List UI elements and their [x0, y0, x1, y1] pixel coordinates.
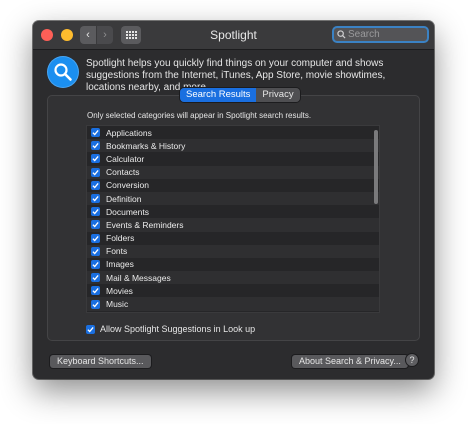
help-icon: ? — [409, 355, 415, 365]
titlebar: ‹ › Spotlight — [33, 21, 434, 50]
search-field[interactable] — [332, 26, 429, 43]
list-item[interactable]: Mail & Messages — [87, 271, 379, 285]
search-input[interactable] — [348, 28, 424, 41]
checkmark-icon — [92, 235, 99, 242]
list-item[interactable]: Applications — [87, 126, 379, 139]
keyboard-shortcuts-button[interactable]: Keyboard Shortcuts... — [50, 355, 151, 368]
category-label: Other — [106, 312, 127, 313]
help-button[interactable]: ? — [406, 354, 418, 366]
category-label: Contacts — [106, 167, 140, 178]
category-checkbox[interactable] — [91, 273, 100, 283]
preferences-window: ‹ › Spotlight Spotlight helps you quick — [33, 21, 434, 379]
list-item[interactable]: Calculator — [87, 152, 379, 165]
checkmark-icon — [92, 261, 99, 268]
list-item[interactable]: Other — [87, 311, 379, 313]
list-item[interactable]: Definition — [87, 191, 379, 206]
category-checkbox[interactable] — [91, 180, 100, 190]
category-checkbox[interactable] — [91, 207, 100, 217]
lookup-checkbox[interactable] — [86, 324, 95, 334]
category-checkbox[interactable] — [91, 233, 100, 243]
category-label: Fonts — [106, 246, 128, 257]
category-checkbox[interactable] — [91, 167, 100, 177]
checkmark-icon — [87, 326, 94, 332]
list-item[interactable]: Music — [87, 297, 379, 311]
about-search-privacy-button[interactable]: About Search & Privacy... — [292, 355, 408, 368]
list-item[interactable]: Documents — [87, 205, 379, 218]
category-label: Events & Reminders — [106, 219, 184, 230]
category-label: Mail & Messages — [106, 272, 171, 283]
list-item[interactable]: Contacts — [87, 165, 379, 179]
list-scrollbar[interactable] — [374, 130, 378, 204]
list-item[interactable]: Folders — [87, 232, 379, 245]
category-checkbox[interactable] — [91, 246, 100, 256]
category-checkbox[interactable] — [91, 299, 100, 309]
checkmark-icon — [92, 130, 99, 136]
checkmark-icon — [92, 143, 99, 149]
category-label: Applications — [106, 127, 152, 138]
list-item[interactable]: Bookmarks & History — [87, 139, 379, 153]
checkmark-icon — [92, 248, 99, 255]
list-item[interactable]: Events & Reminders — [87, 218, 379, 232]
lookup-suggestions-option[interactable]: Allow Spotlight Suggestions in Look up — [86, 324, 255, 334]
category-label: Documents — [106, 206, 149, 217]
categories-list[interactable]: Applications Bookmarks & History Calculato… — [86, 125, 380, 313]
category-checkbox[interactable] — [91, 141, 100, 151]
list-item[interactable]: Images — [87, 258, 379, 271]
category-label: Images — [106, 259, 134, 270]
category-label: Definition — [106, 193, 142, 204]
category-checkbox[interactable] — [91, 220, 100, 230]
category-checkbox[interactable] — [91, 154, 100, 164]
categories-note: Only selected categories will appear in … — [87, 111, 312, 120]
checkmark-icon — [92, 182, 99, 189]
category-checkbox[interactable] — [91, 194, 100, 204]
category-label: Folders — [106, 233, 135, 244]
category-label: Calculator — [106, 153, 145, 164]
category-label: Conversion — [106, 180, 149, 191]
checkmark-icon — [92, 209, 99, 215]
tab-privacy[interactable]: Privacy — [256, 88, 300, 102]
checkmark-icon — [92, 156, 99, 162]
list-item[interactable]: Conversion — [87, 179, 379, 192]
category-checkbox[interactable] — [91, 128, 100, 138]
category-label: Bookmarks & History — [106, 140, 186, 151]
list-item[interactable]: Movies — [87, 284, 379, 297]
category-checkbox[interactable] — [91, 259, 100, 269]
tab-search-results[interactable]: Search Results — [180, 88, 257, 102]
checkmark-icon — [92, 169, 99, 176]
lookup-label: Allow Spotlight Suggestions in Look up — [100, 324, 256, 334]
checkmark-icon — [92, 196, 99, 202]
category-label: Movies — [106, 285, 133, 296]
checkmark-icon — [92, 301, 99, 308]
category-checkbox[interactable] — [91, 286, 100, 296]
spotlight-icon — [47, 56, 79, 88]
category-label: Music — [106, 299, 129, 310]
checkmark-icon — [92, 288, 99, 294]
search-icon — [337, 30, 346, 39]
checkmark-icon — [92, 222, 99, 228]
checkmark-icon — [92, 275, 99, 281]
tab-control: Search Results Privacy — [180, 88, 300, 102]
list-item[interactable]: Fonts — [87, 244, 379, 258]
